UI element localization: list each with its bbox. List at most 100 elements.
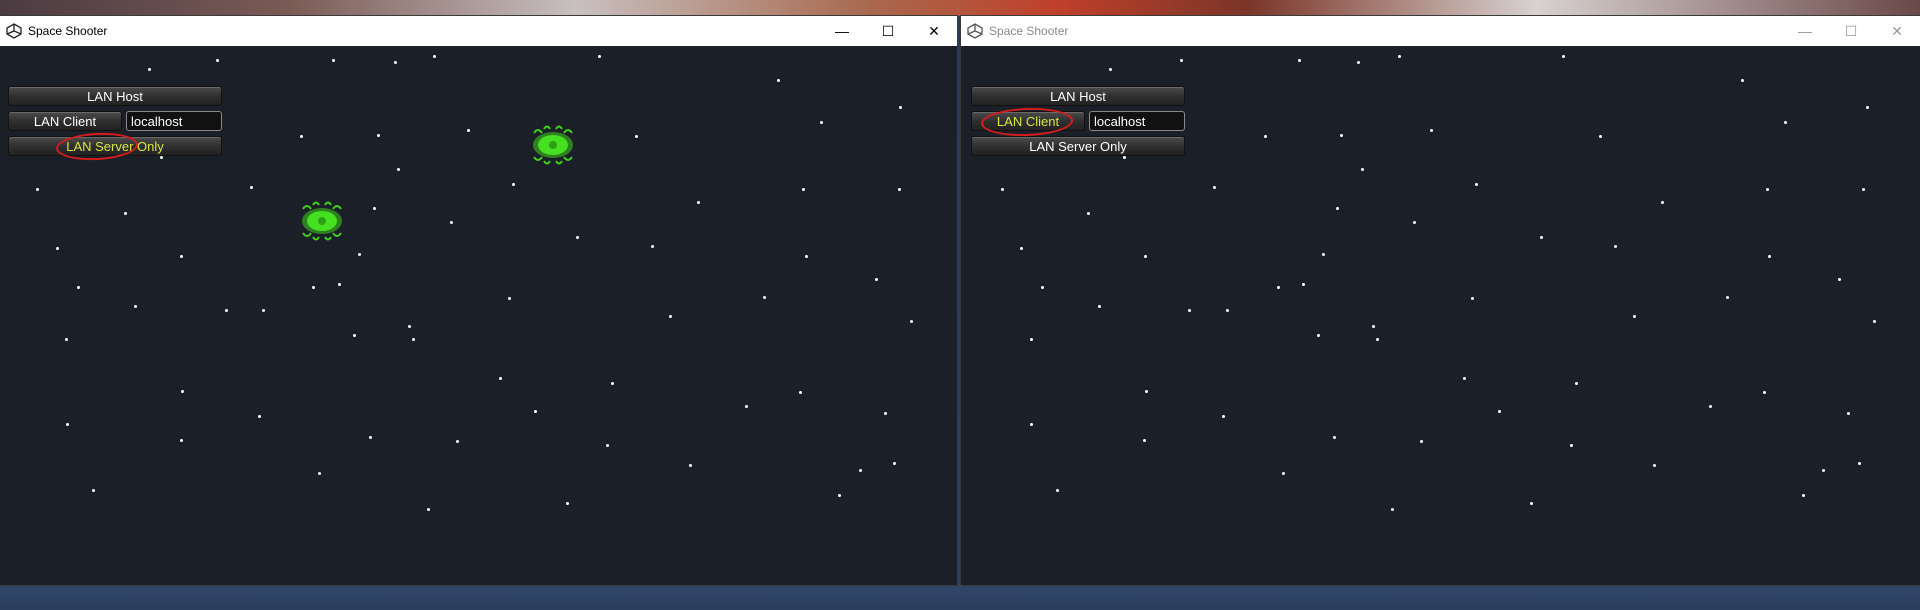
star — [1498, 410, 1501, 413]
star — [777, 79, 780, 82]
star — [1188, 309, 1191, 312]
star — [225, 309, 228, 312]
star — [338, 283, 341, 286]
star — [65, 338, 68, 341]
star — [66, 423, 69, 426]
star — [358, 253, 361, 256]
star — [1763, 391, 1766, 394]
lan-host-button[interactable]: LAN Host — [8, 86, 222, 106]
address-input[interactable] — [126, 111, 222, 131]
game-viewport[interactable]: LAN Host LAN Client LAN Server Only — [961, 46, 1920, 585]
star — [1030, 423, 1033, 426]
star — [910, 320, 913, 323]
star — [1562, 55, 1565, 58]
star — [1530, 502, 1533, 505]
star — [369, 436, 372, 439]
star — [805, 255, 808, 258]
star — [611, 382, 614, 385]
star — [124, 212, 127, 215]
maximize-button[interactable]: ☐ — [865, 16, 911, 46]
star — [1145, 390, 1148, 393]
star — [1475, 183, 1478, 186]
star — [1372, 325, 1375, 328]
star — [1768, 255, 1771, 258]
star — [467, 129, 470, 132]
star — [160, 156, 163, 159]
desktop-wallpaper-top — [0, 0, 1920, 16]
address-input[interactable] — [1089, 111, 1185, 131]
star — [250, 186, 253, 189]
star — [763, 296, 766, 299]
minimize-button[interactable]: — — [819, 16, 865, 46]
star — [1001, 188, 1004, 191]
star — [1357, 61, 1360, 64]
star — [1838, 278, 1841, 281]
lan-client-button[interactable]: LAN Client — [971, 111, 1085, 131]
lan-client-button[interactable]: LAN Client — [8, 111, 122, 131]
star — [1463, 377, 1466, 380]
titlebar[interactable]: Space Shooter — ☐ ✕ — [961, 16, 1920, 46]
star — [1226, 309, 1229, 312]
star — [1471, 297, 1474, 300]
star — [1340, 134, 1343, 137]
star — [1726, 296, 1729, 299]
star — [1333, 436, 1336, 439]
window-right: Space Shooter — ☐ ✕ LAN Host LAN Client … — [961, 16, 1920, 585]
star — [1109, 68, 1112, 71]
star — [598, 55, 601, 58]
alien-ship-icon — [533, 125, 573, 165]
star — [180, 255, 183, 258]
star — [566, 502, 569, 505]
star — [512, 183, 515, 186]
star — [1056, 489, 1059, 492]
desktop-wallpaper-bottom — [0, 585, 1920, 610]
star — [1376, 338, 1379, 341]
minimize-button[interactable]: — — [1782, 16, 1828, 46]
star — [1575, 382, 1578, 385]
star — [1709, 405, 1712, 408]
star — [1661, 201, 1664, 204]
star — [651, 245, 654, 248]
game-viewport[interactable]: LAN Host LAN Client LAN Server Only — [0, 46, 957, 585]
star — [1143, 439, 1146, 442]
star — [1264, 135, 1267, 138]
star — [689, 464, 692, 467]
star — [353, 334, 356, 337]
star — [394, 61, 397, 64]
star — [1599, 135, 1602, 138]
star — [875, 278, 878, 281]
star — [1847, 412, 1850, 415]
alien-ship-icon — [302, 201, 342, 241]
star — [1277, 286, 1280, 289]
star — [56, 247, 59, 250]
close-button[interactable]: ✕ — [1874, 16, 1920, 46]
titlebar[interactable]: Space Shooter — ☐ ✕ — [0, 16, 957, 46]
star — [1361, 168, 1364, 171]
star — [1413, 221, 1416, 224]
star — [1222, 415, 1225, 418]
star — [450, 221, 453, 224]
lan-server-only-button[interactable]: LAN Server Only — [8, 136, 222, 156]
star — [1298, 59, 1301, 62]
star — [893, 462, 896, 465]
lan-server-only-button[interactable]: LAN Server Only — [971, 136, 1185, 156]
lan-host-button[interactable]: LAN Host — [971, 86, 1185, 106]
close-button[interactable]: ✕ — [911, 16, 957, 46]
star — [180, 439, 183, 442]
star — [1336, 207, 1339, 210]
star — [1144, 255, 1147, 258]
star — [412, 338, 415, 341]
star — [1123, 156, 1126, 159]
star — [216, 59, 219, 62]
star — [1180, 59, 1183, 62]
star — [606, 444, 609, 447]
star — [397, 168, 400, 171]
star — [1741, 79, 1744, 82]
star — [1020, 247, 1023, 250]
star — [77, 286, 80, 289]
star — [820, 121, 823, 124]
star — [1766, 188, 1769, 191]
unity-icon — [6, 23, 22, 39]
maximize-button[interactable]: ☐ — [1828, 16, 1874, 46]
star — [1302, 283, 1305, 286]
